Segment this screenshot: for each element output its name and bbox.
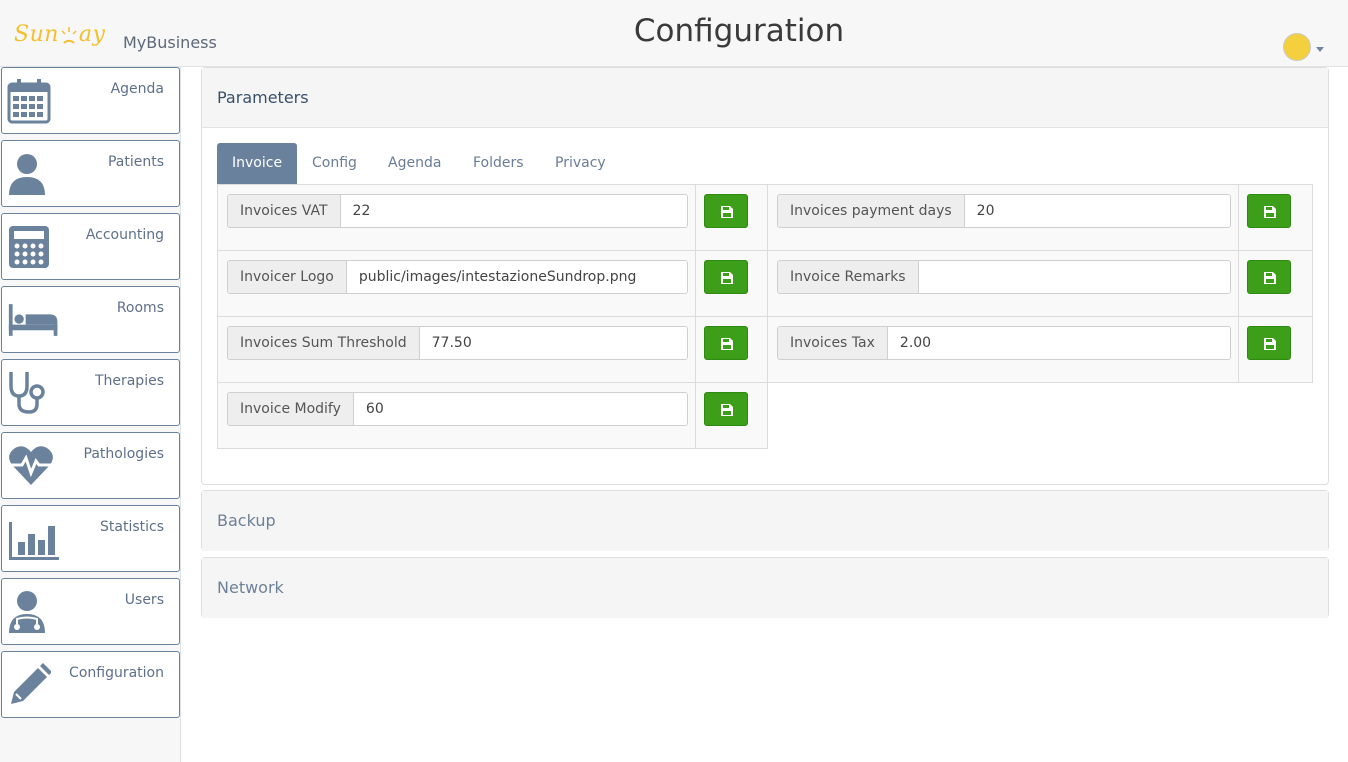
stethoscope-icon <box>9 372 45 414</box>
save-invoices-vat-button[interactable] <box>704 194 748 228</box>
doctor-icon <box>9 591 45 633</box>
sun-icon <box>61 27 77 44</box>
table-cell <box>695 250 768 317</box>
invoices-payment-days-group: Invoices payment days 20 <box>777 194 1231 228</box>
field-label: Invoice Modify <box>228 393 354 425</box>
top-bar: Sun ay MyBusiness Configuration <box>0 0 1348 67</box>
bed-icon <box>8 304 58 336</box>
pencil-icon <box>11 663 51 704</box>
invoices-tax-group: Invoices Tax 2.00 <box>777 326 1231 360</box>
sidebar-item-users[interactable]: Users <box>1 578 180 645</box>
sidebar-item-label: Therapies <box>94 373 164 389</box>
tab-agenda[interactable]: Agenda <box>373 143 456 184</box>
user-icon <box>9 154 45 195</box>
network-panel-title[interactable]: Network <box>202 558 1328 618</box>
sidebar-item-label: Rooms <box>116 300 164 316</box>
sidebar-item-therapies[interactable]: Therapies <box>1 359 180 426</box>
calculator-icon <box>9 226 49 268</box>
save-invoices-payment-days-button[interactable] <box>1247 194 1291 228</box>
invoices-sum-threshold-group: Invoices Sum Threshold 77.50 <box>227 326 688 360</box>
floppy-disk-icon <box>1264 206 1276 218</box>
tab-config[interactable]: Config <box>297 143 372 184</box>
network-panel: Network <box>201 557 1329 618</box>
save-invoices-sum-threshold-button[interactable] <box>704 326 748 360</box>
floppy-disk-icon <box>721 338 733 350</box>
sidebar-item-label: Accounting <box>85 227 164 243</box>
field-label: Invoices VAT <box>228 195 341 227</box>
table-cell: Invoices payment days 20 <box>767 184 1246 251</box>
field-label: Invoicer Logo <box>228 261 347 293</box>
invoice-remarks-group: Invoice Remarks <box>777 260 1231 294</box>
save-invoice-modify-button[interactable] <box>704 392 748 426</box>
field-label: Invoice Remarks <box>778 261 919 293</box>
backup-panel-title[interactable]: Backup <box>202 491 1328 551</box>
sidebar-item-patients[interactable]: Patients <box>1 140 180 207</box>
invoices-payment-days-input[interactable]: 20 <box>964 195 1230 227</box>
table-cell: Invoices Sum Threshold 77.50 <box>217 316 696 383</box>
sidebar: Agenda Patients Accounting Rooms Therapi… <box>0 67 181 762</box>
table-cell: Invoice Modify 60 <box>217 382 696 449</box>
floppy-disk-icon <box>721 206 733 218</box>
floppy-disk-icon <box>721 404 733 416</box>
sidebar-item-label: Patients <box>107 154 164 170</box>
sidebar-item-label: Configuration <box>69 665 164 681</box>
sidebar-item-label: Agenda <box>110 81 164 97</box>
invoice-modify-input[interactable]: 60 <box>353 393 687 425</box>
sidebar-item-label: Statistics <box>100 519 164 535</box>
table-cell <box>1238 316 1313 383</box>
floppy-disk-icon <box>721 272 733 284</box>
field-label: Invoices Sum Threshold <box>228 327 420 359</box>
sidebar-item-pathologies[interactable]: Pathologies <box>1 432 180 499</box>
tab-folders[interactable]: Folders <box>458 143 539 184</box>
calendar-icon <box>7 79 51 124</box>
invoicer-logo-input[interactable]: public/images/intestazioneSundrop.png <box>346 261 687 293</box>
table-cell: Invoices Tax 2.00 <box>767 316 1246 383</box>
table-cell: Invoicer Logo public/images/intestazione… <box>217 250 696 317</box>
brand-name: MyBusiness <box>123 33 217 52</box>
app-logo[interactable]: Sun ay <box>14 22 105 47</box>
table-cell <box>1238 184 1313 251</box>
invoices-tax-input[interactable]: 2.00 <box>887 327 1230 359</box>
field-label: Invoices Tax <box>778 327 888 359</box>
heartbeat-icon <box>9 446 53 485</box>
sidebar-item-configuration[interactable]: Configuration <box>1 651 180 718</box>
invoices-vat-input[interactable]: 22 <box>340 195 687 227</box>
table-cell <box>695 316 768 383</box>
user-avatar[interactable] <box>1283 33 1311 61</box>
save-invoicer-logo-button[interactable] <box>704 260 748 294</box>
save-invoices-tax-button[interactable] <box>1247 326 1291 360</box>
sidebar-item-statistics[interactable]: Statistics <box>1 505 180 572</box>
invoicer-logo-group: Invoicer Logo public/images/intestazione… <box>227 260 688 294</box>
table-cell: Invoice Remarks <box>767 250 1246 317</box>
chevron-down-icon[interactable] <box>1316 47 1324 52</box>
sidebar-item-rooms[interactable]: Rooms <box>1 286 180 353</box>
parameters-panel: Parameters Invoice Config Agenda Folders… <box>201 67 1329 485</box>
tab-privacy[interactable]: Privacy <box>540 143 621 184</box>
floppy-disk-icon <box>1264 338 1276 350</box>
table-cell: Invoices VAT 22 <box>217 184 696 251</box>
sidebar-item-label: Users <box>124 592 164 608</box>
field-label: Invoices payment days <box>778 195 965 227</box>
invoice-modify-group: Invoice Modify 60 <box>227 392 688 426</box>
sidebar-item-accounting[interactable]: Accounting <box>1 213 180 280</box>
table-cell <box>695 184 768 251</box>
backup-panel: Backup <box>201 490 1329 551</box>
table-cell <box>695 382 768 449</box>
tab-invoice[interactable]: Invoice <box>217 143 298 184</box>
parameters-panel-title[interactable]: Parameters <box>202 68 1328 128</box>
invoices-sum-threshold-input[interactable]: 77.50 <box>419 327 687 359</box>
invoices-vat-group: Invoices VAT 22 <box>227 194 688 228</box>
floppy-disk-icon <box>1264 272 1276 284</box>
bar-chart-icon <box>9 522 59 560</box>
table-cell <box>1238 250 1313 317</box>
invoice-remarks-input[interactable] <box>918 261 1230 293</box>
sidebar-item-agenda[interactable]: Agenda <box>1 67 180 134</box>
save-invoice-remarks-button[interactable] <box>1247 260 1291 294</box>
sidebar-item-label: Pathologies <box>83 446 164 462</box>
